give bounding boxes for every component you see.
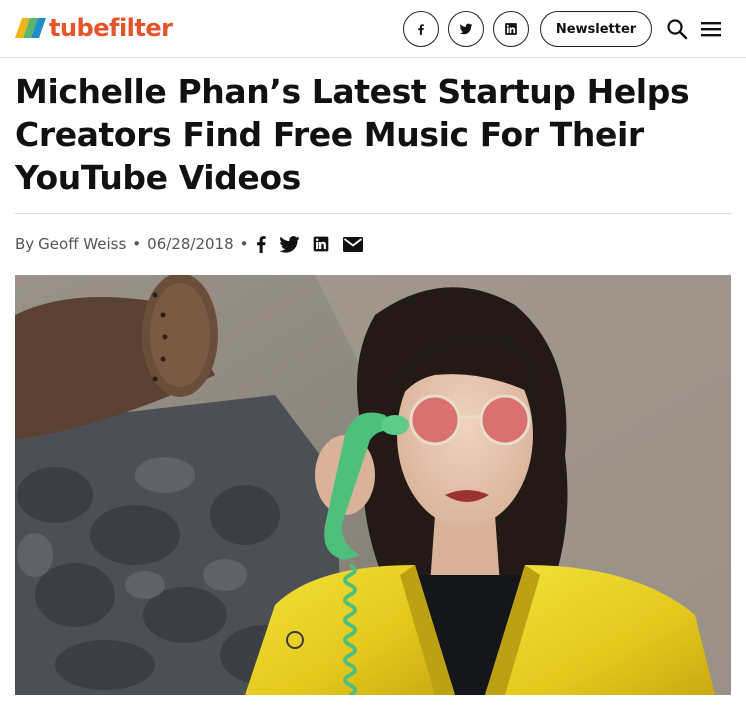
email-icon xyxy=(342,236,363,252)
search-icon[interactable] xyxy=(665,17,689,41)
byline-by: By xyxy=(15,235,35,253)
twitter-icon xyxy=(459,23,473,35)
byline-separator: • xyxy=(132,235,142,253)
share-twitter-button[interactable] xyxy=(278,234,300,254)
headline-divider xyxy=(15,213,731,214)
hamburger-menu-icon[interactable] xyxy=(700,18,722,40)
header-facebook-button[interactable] xyxy=(403,11,439,47)
byline-separator: • xyxy=(239,235,249,253)
hero-photo xyxy=(15,275,731,695)
author-link[interactable]: Geoff Weiss xyxy=(38,235,126,253)
twitter-icon xyxy=(278,235,300,253)
newsletter-button[interactable]: Newsletter xyxy=(540,11,652,47)
facebook-icon xyxy=(418,24,424,35)
site-header: tubefilter Newsletter xyxy=(0,0,746,58)
header-twitter-button[interactable] xyxy=(448,11,484,47)
headline-line: Michelle Phan’s Latest Startup Helps xyxy=(15,72,690,111)
article-headline: Michelle Phan’s Latest Startup Helps Cre… xyxy=(15,70,730,199)
article-byline: By Geoff Weiss • 06/28/2018 • xyxy=(15,232,254,256)
linkedin-icon xyxy=(313,236,329,252)
logo-text: tubefilter xyxy=(49,14,173,42)
share-facebook-button[interactable] xyxy=(254,234,268,254)
logo-mark-icon xyxy=(15,18,46,38)
headline-line: Creators Find Free Music For Their xyxy=(15,115,644,154)
linkedin-icon xyxy=(505,23,517,35)
facebook-icon xyxy=(257,236,266,253)
headline-line: YouTube Videos xyxy=(15,158,301,197)
share-linkedin-button[interactable] xyxy=(312,234,330,254)
share-email-button[interactable] xyxy=(342,234,363,254)
hero-image xyxy=(15,275,731,695)
header-linkedin-button[interactable] xyxy=(493,11,529,47)
tubefilter-logo[interactable]: tubefilter xyxy=(14,14,173,42)
publish-date: 06/28/2018 xyxy=(147,235,234,253)
